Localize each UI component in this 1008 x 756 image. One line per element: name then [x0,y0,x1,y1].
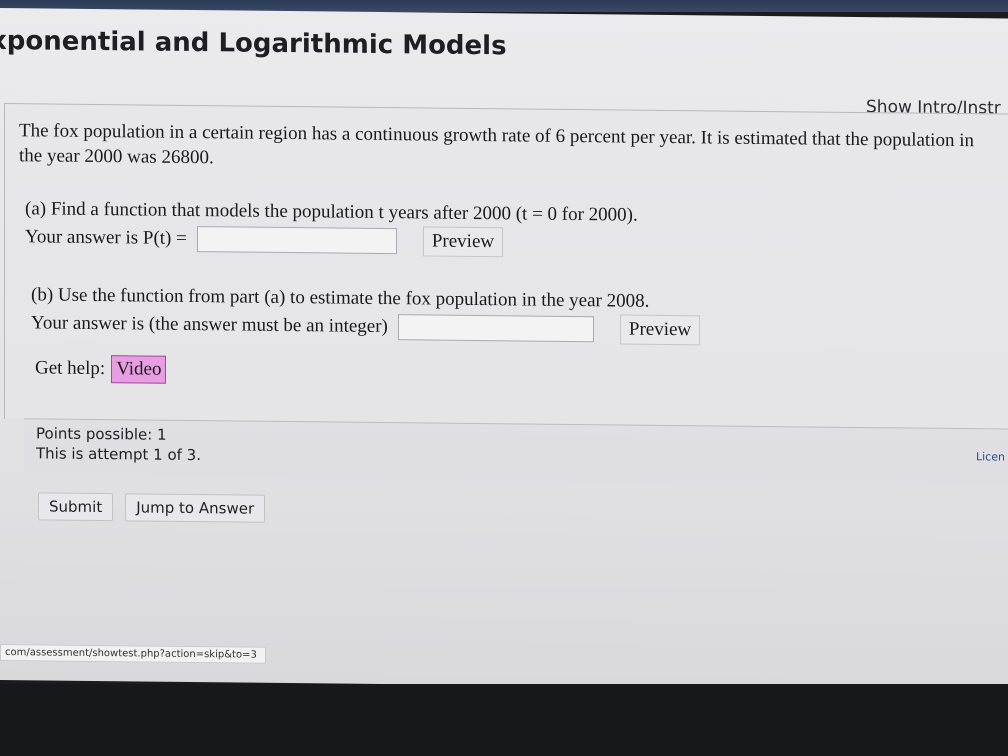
part-a-answer-input[interactable] [196,226,397,255]
part-a: (a) Find a function that models the popu… [25,196,925,261]
status-bar-url: com/assessment/showtest.php?action=skip&… [0,644,266,664]
part-b: (b) Use the function from part (a) to es… [31,282,931,347]
submit-button[interactable]: Submit [38,492,114,522]
video-help-button[interactable]: Video [111,355,167,384]
question-panel: The fox population in a certain region h… [4,103,1008,430]
license-link[interactable]: Licen [976,450,1005,463]
part-b-answer-label: Your answer is (the answer must be an in… [31,312,388,338]
jump-to-answer-button[interactable]: Jump to Answer [125,493,266,523]
get-help: Get help: Video [35,354,167,384]
part-a-preview-button[interactable]: Preview [422,226,504,258]
question-text: The fox population in a certain region h… [19,120,974,169]
page-title: xponential and Logarithmic Models [0,25,507,62]
screen-bezel-bottom [0,684,1008,756]
browser-viewport: xponential and Logarithmic Models Show I… [0,8,1008,691]
action-buttons: Submit Jump to Answer [38,492,266,523]
part-b-answer-input[interactable] [397,314,594,343]
part-a-answer-label: Your answer is P(t) = [25,226,187,249]
points-panel: Points possible: 1 This is attempt 1 of … [24,418,1008,487]
part-b-preview-button[interactable]: Preview [619,314,701,346]
get-help-label: Get help: [35,357,106,380]
